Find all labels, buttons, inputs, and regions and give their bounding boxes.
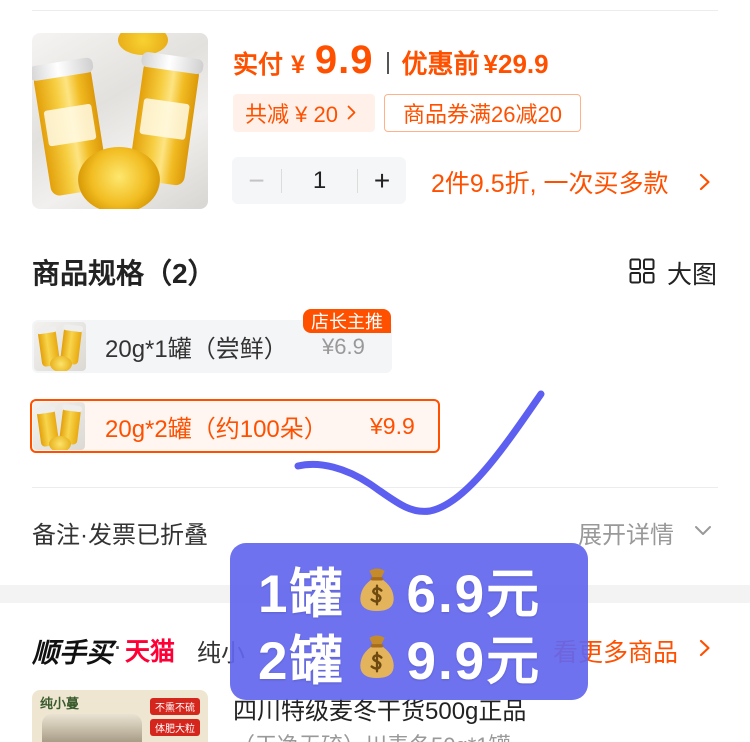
- original-price: ¥29.9: [483, 49, 549, 79]
- spec-option-thumbnail: [33, 402, 85, 450]
- tmall-label: 天猫: [125, 638, 176, 666]
- product-image[interactable]: [32, 33, 208, 209]
- addon-image-tag: 不熏不硫: [150, 698, 200, 715]
- spec-option-price: ¥9.9: [370, 412, 415, 439]
- paid-label: 实付: [233, 51, 284, 79]
- multi-buy-promo-link[interactable]: 2件9.5折, 一次买多款: [431, 166, 669, 198]
- original-price-label: 优惠前: [401, 49, 480, 79]
- coupon-label: 商品券满26减20: [403, 102, 562, 127]
- grid-icon[interactable]: [629, 258, 655, 289]
- notes-invoice-label: 备注·发票已折叠: [32, 522, 208, 549]
- specs-title: 商品规格（2）: [32, 258, 216, 289]
- spec-option-price: ¥6.9: [322, 333, 365, 359]
- overlay-quantity: 1罐: [258, 565, 345, 624]
- top-divider: [32, 10, 718, 11]
- overlay-line-1: 1罐 6.9元: [258, 560, 541, 624]
- overlay-line-2: 2罐 9.9元: [258, 627, 541, 691]
- large-image-toggle[interactable]: 大图: [667, 255, 717, 291]
- overlay-price: 6.9元: [406, 565, 542, 624]
- addon-product-image[interactable]: 纯小蔓 不熏不硫 体肥大粒: [32, 690, 208, 742]
- addon-dot: ·: [113, 631, 122, 661]
- paid-currency: ¥: [291, 51, 305, 79]
- spec-option-name: 20g*1罐（尝鲜）: [105, 336, 288, 363]
- flower-bowl: [78, 147, 160, 209]
- quantity-stepper: − 1 +: [232, 157, 406, 204]
- quantity-value[interactable]: 1: [282, 167, 357, 195]
- overlay-quantity: 2罐: [258, 632, 345, 691]
- expand-details-button[interactable]: 展开详情: [578, 515, 674, 550]
- total-discount-badge[interactable]: 共减 ¥ 20: [233, 94, 375, 132]
- spec-option-name: 20g*2罐（约100朵）: [105, 415, 328, 443]
- addon-brand: 顺手买: [32, 638, 113, 668]
- chevron-right-icon: [699, 173, 711, 196]
- total-discount-label: 共减 ¥ 20: [245, 102, 338, 127]
- addon-image-brand: 纯小蔓: [40, 696, 80, 711]
- price-row: 实付 ¥ 9.9 优惠前 ¥29.9: [233, 38, 549, 88]
- spec-option-2-selected[interactable]: 20g*2罐（约100朵） ¥9.9: [30, 399, 440, 453]
- money-bag-icon: [356, 566, 398, 614]
- flowers-decoration: [118, 33, 168, 55]
- coupon-badge[interactable]: 商品券满26减20: [384, 94, 581, 132]
- addon-product-subtitle: （干净无硫）川麦冬50g*1罐: [233, 728, 511, 742]
- recommended-badge: 店长主推: [303, 309, 391, 333]
- addon-jar: [42, 714, 142, 742]
- section-divider: [32, 487, 718, 488]
- multi-buy-promo-label: 2件9.5折, 一次买多款: [431, 170, 669, 198]
- overlay-price: 9.9元: [406, 632, 542, 691]
- paid-price: 9.9: [314, 38, 374, 82]
- addon-image-tag: 体肥大粒: [150, 719, 200, 736]
- chevron-right-icon: [347, 100, 356, 126]
- price-separator: [386, 52, 389, 74]
- sku-selection-sheet: 实付 ¥ 9.9 优惠前 ¥29.9 共减 ¥ 20 商品券满26减20 − 1…: [0, 0, 750, 742]
- money-bag-icon: [356, 633, 398, 681]
- increase-quantity-button[interactable]: +: [358, 157, 406, 204]
- chevron-right-icon[interactable]: [699, 639, 711, 662]
- chevron-down-icon[interactable]: [694, 524, 712, 542]
- price-comparison-overlay: 1罐 6.9元 2罐 9.9元: [230, 543, 588, 700]
- decrease-quantity-button[interactable]: −: [232, 157, 281, 204]
- spec-option-thumbnail: [34, 322, 86, 371]
